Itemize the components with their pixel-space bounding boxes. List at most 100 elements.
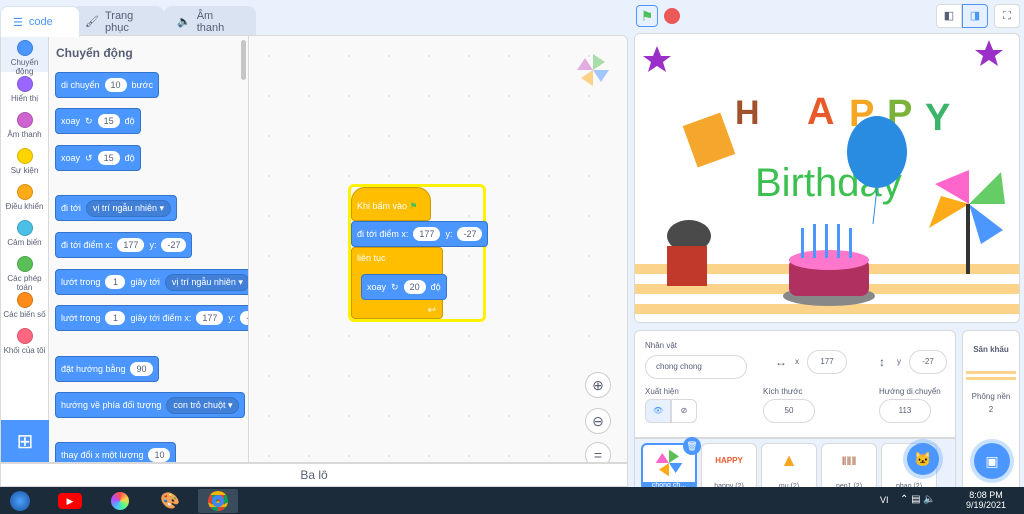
steps-input[interactable]: 10 — [104, 78, 127, 92]
stage[interactable]: H A P P Y Birthday — [634, 33, 1020, 323]
category-operators[interactable]: Các phép toán — [1, 252, 48, 292]
x-input[interactable]: 177 — [413, 227, 441, 241]
size-input[interactable]: 50 — [763, 399, 815, 423]
zoom-in-button[interactable]: ⊕ — [585, 372, 611, 398]
seconds-input[interactable]: 1 — [105, 311, 126, 325]
network-icon: ▤ — [911, 494, 921, 505]
block-glide[interactable]: lướt trong 1 giây tới vị trí ngẫu nhiên … — [55, 269, 248, 295]
add-backdrop-button[interactable]: ▣ — [974, 443, 1010, 479]
block-goto[interactable]: đi tới vị trí ngẫu nhiên ▾ — [55, 195, 177, 221]
fullscreen-button[interactable]: ⛶ — [994, 4, 1020, 28]
stage-scene: H A P P Y Birthday — [635, 34, 1019, 322]
sprite-tile-mu[interactable]: ▲mu (2) — [761, 443, 817, 491]
category-label: Hiển thị — [10, 94, 39, 103]
taskbar-chrome[interactable] — [198, 489, 238, 513]
block-point-direction[interactable]: đặt hướng bằng 90 — [55, 356, 159, 382]
block-turn-right[interactable]: xoay ↻ 15 độ — [55, 108, 141, 134]
y-position-input[interactable]: -27 — [909, 350, 947, 374]
x-input[interactable]: 177 — [196, 311, 224, 325]
taskbar-app-color[interactable] — [100, 489, 140, 513]
change-x-input[interactable]: 10 — [148, 448, 171, 462]
fullscreen-icon: ⛶ — [1003, 10, 1011, 22]
sprite-list: chong ch... 🗑 HAPPYhappy (2) ▲mu (2) ǁǁǁ… — [634, 437, 956, 491]
category-motion[interactable]: Chuyển động — [1, 36, 48, 76]
start-button[interactable] — [0, 489, 40, 513]
category-label: Khối của tôi — [3, 346, 46, 355]
stage-panel[interactable]: Sân khấu Phông nền 2 ▣ — [962, 330, 1020, 488]
backpack-bar[interactable]: Ba lô — [0, 463, 628, 487]
category-control[interactable]: Điều khiển — [1, 180, 48, 216]
direction-input[interactable]: 90 — [130, 362, 153, 376]
palette-scrollbar[interactable] — [241, 40, 246, 80]
normal-stage-icon: ◨ — [969, 10, 981, 22]
block-glide-xy[interactable]: lướt trong 1 giây tới điểm x: 177 y: -2 — [55, 305, 248, 331]
tab-sounds[interactable]: 🔈 Âm thanh — [164, 6, 256, 36]
glide-target-dropdown[interactable]: vị trí ngẫu nhiên ▾ — [164, 273, 248, 291]
rotate-right-icon: ↻ — [85, 115, 93, 126]
sprite-name-input[interactable]: chong chong — [645, 355, 747, 379]
degrees-input[interactable]: 20 — [403, 280, 426, 294]
zoom-out-button[interactable]: ⊖ — [585, 408, 611, 434]
backdrops-count: 2 — [988, 405, 994, 414]
tray-icons[interactable]: ⌃ ▤ 🔈 — [900, 494, 936, 505]
goto-target-dropdown[interactable]: vị trí ngẫu nhiên ▾ — [85, 199, 171, 217]
point-towards-dropdown[interactable]: con trỏ chuột ▾ — [166, 396, 240, 414]
block-turn-left[interactable]: xoay ↺ 15 độ — [55, 145, 141, 171]
tab-code-label: code — [28, 16, 53, 28]
script-goto-xy-block[interactable]: đi tới điểm x: 177 y: -27 — [351, 221, 489, 247]
sprite-thumbnail-icon — [575, 52, 611, 88]
show-visible-button[interactable]: 👁 — [645, 399, 671, 423]
block-move-steps[interactable]: di chuyển 10 bước — [55, 72, 159, 98]
variables-dot-icon — [16, 292, 33, 308]
tab-costumes[interactable]: 🖌 Trang phục — [72, 6, 164, 36]
y-input[interactable]: -27 — [457, 227, 483, 241]
when-flag-clicked-block[interactable]: Khi bấm vào ⚑ — [351, 187, 431, 221]
degrees-input[interactable]: 15 — [97, 114, 120, 128]
taskbar-paint[interactable]: 🎨 — [150, 489, 190, 513]
category-looks[interactable]: Hiển thị — [1, 72, 48, 108]
taskbar-youtube[interactable]: ▶ — [50, 489, 90, 513]
chrome-icon — [208, 491, 228, 511]
pinwheel-thumb-icon — [655, 449, 683, 477]
sprite-tile-happy[interactable]: HAPPYhappy (2) — [701, 443, 757, 491]
y-input[interactable]: -27 — [161, 238, 187, 252]
category-events[interactable]: Sự kiện — [1, 144, 48, 180]
x-input[interactable]: 177 — [117, 238, 145, 252]
green-flag-button[interactable]: ⚑ — [636, 5, 658, 27]
dropdown-value: vị trí ngẫu nhiên — [171, 276, 236, 287]
show-hidden-button[interactable]: ⊘ — [671, 399, 697, 423]
block-text: độ — [124, 116, 135, 126]
size-label: Kích thước — [763, 387, 803, 396]
block-point-towards[interactable]: hướng về phía đối tượng con trỏ chuột ▾ — [55, 392, 246, 418]
sprite-tile-chong-chong[interactable]: chong ch... 🗑 — [641, 437, 701, 491]
category-sensing[interactable]: Cảm biến — [1, 216, 48, 252]
block-goto-xy[interactable]: đi tới điểm x: 177 y: -27 — [55, 232, 193, 258]
category-my-blocks[interactable]: Khối của tôi — [1, 324, 48, 360]
zoom-reset-button[interactable]: = — [585, 442, 611, 462]
x-position-input[interactable]: 177 — [807, 350, 847, 374]
input-language[interactable]: VI — [880, 495, 889, 505]
add-sprite-button[interactable]: 🐱 — [907, 443, 939, 475]
script-turn-block[interactable]: xoay ↻ 20 độ — [361, 274, 447, 300]
tab-code[interactable]: ☰ code — [0, 6, 80, 37]
tab-costumes-label: Trang phục — [104, 9, 134, 34]
add-extension-button[interactable]: ⊞ — [1, 420, 49, 462]
category-sound[interactable]: Âm thanh — [1, 108, 48, 144]
delete-sprite-button[interactable]: 🗑 — [683, 437, 701, 455]
backpack-label: Ba lô — [300, 468, 328, 482]
operators-dot-icon — [16, 256, 33, 272]
normal-stage-button[interactable]: ◨ — [962, 4, 988, 28]
block-text: bước — [131, 80, 153, 90]
script-area[interactable]: Khi bấm vào ⚑ đi tới điểm x: 177 y: -27 … — [249, 36, 627, 462]
small-stage-button[interactable]: ◧ — [936, 4, 962, 28]
category-variables[interactable]: Các biến số — [1, 288, 48, 324]
stop-button[interactable] — [664, 8, 680, 24]
block-change-x[interactable]: thay đổi x một lượng 10 — [55, 442, 177, 462]
sprite-tile-nen1[interactable]: ǁǁǁnen1 (2) — [821, 443, 877, 491]
clock[interactable]: 8:08 PM 9/19/2021 — [966, 490, 1006, 510]
direction-input[interactable]: 113 — [879, 399, 931, 423]
block-text: y: — [228, 313, 236, 323]
y-input[interactable]: -2 — [240, 311, 248, 325]
degrees-input[interactable]: 15 — [97, 151, 120, 165]
seconds-input[interactable]: 1 — [105, 275, 126, 289]
